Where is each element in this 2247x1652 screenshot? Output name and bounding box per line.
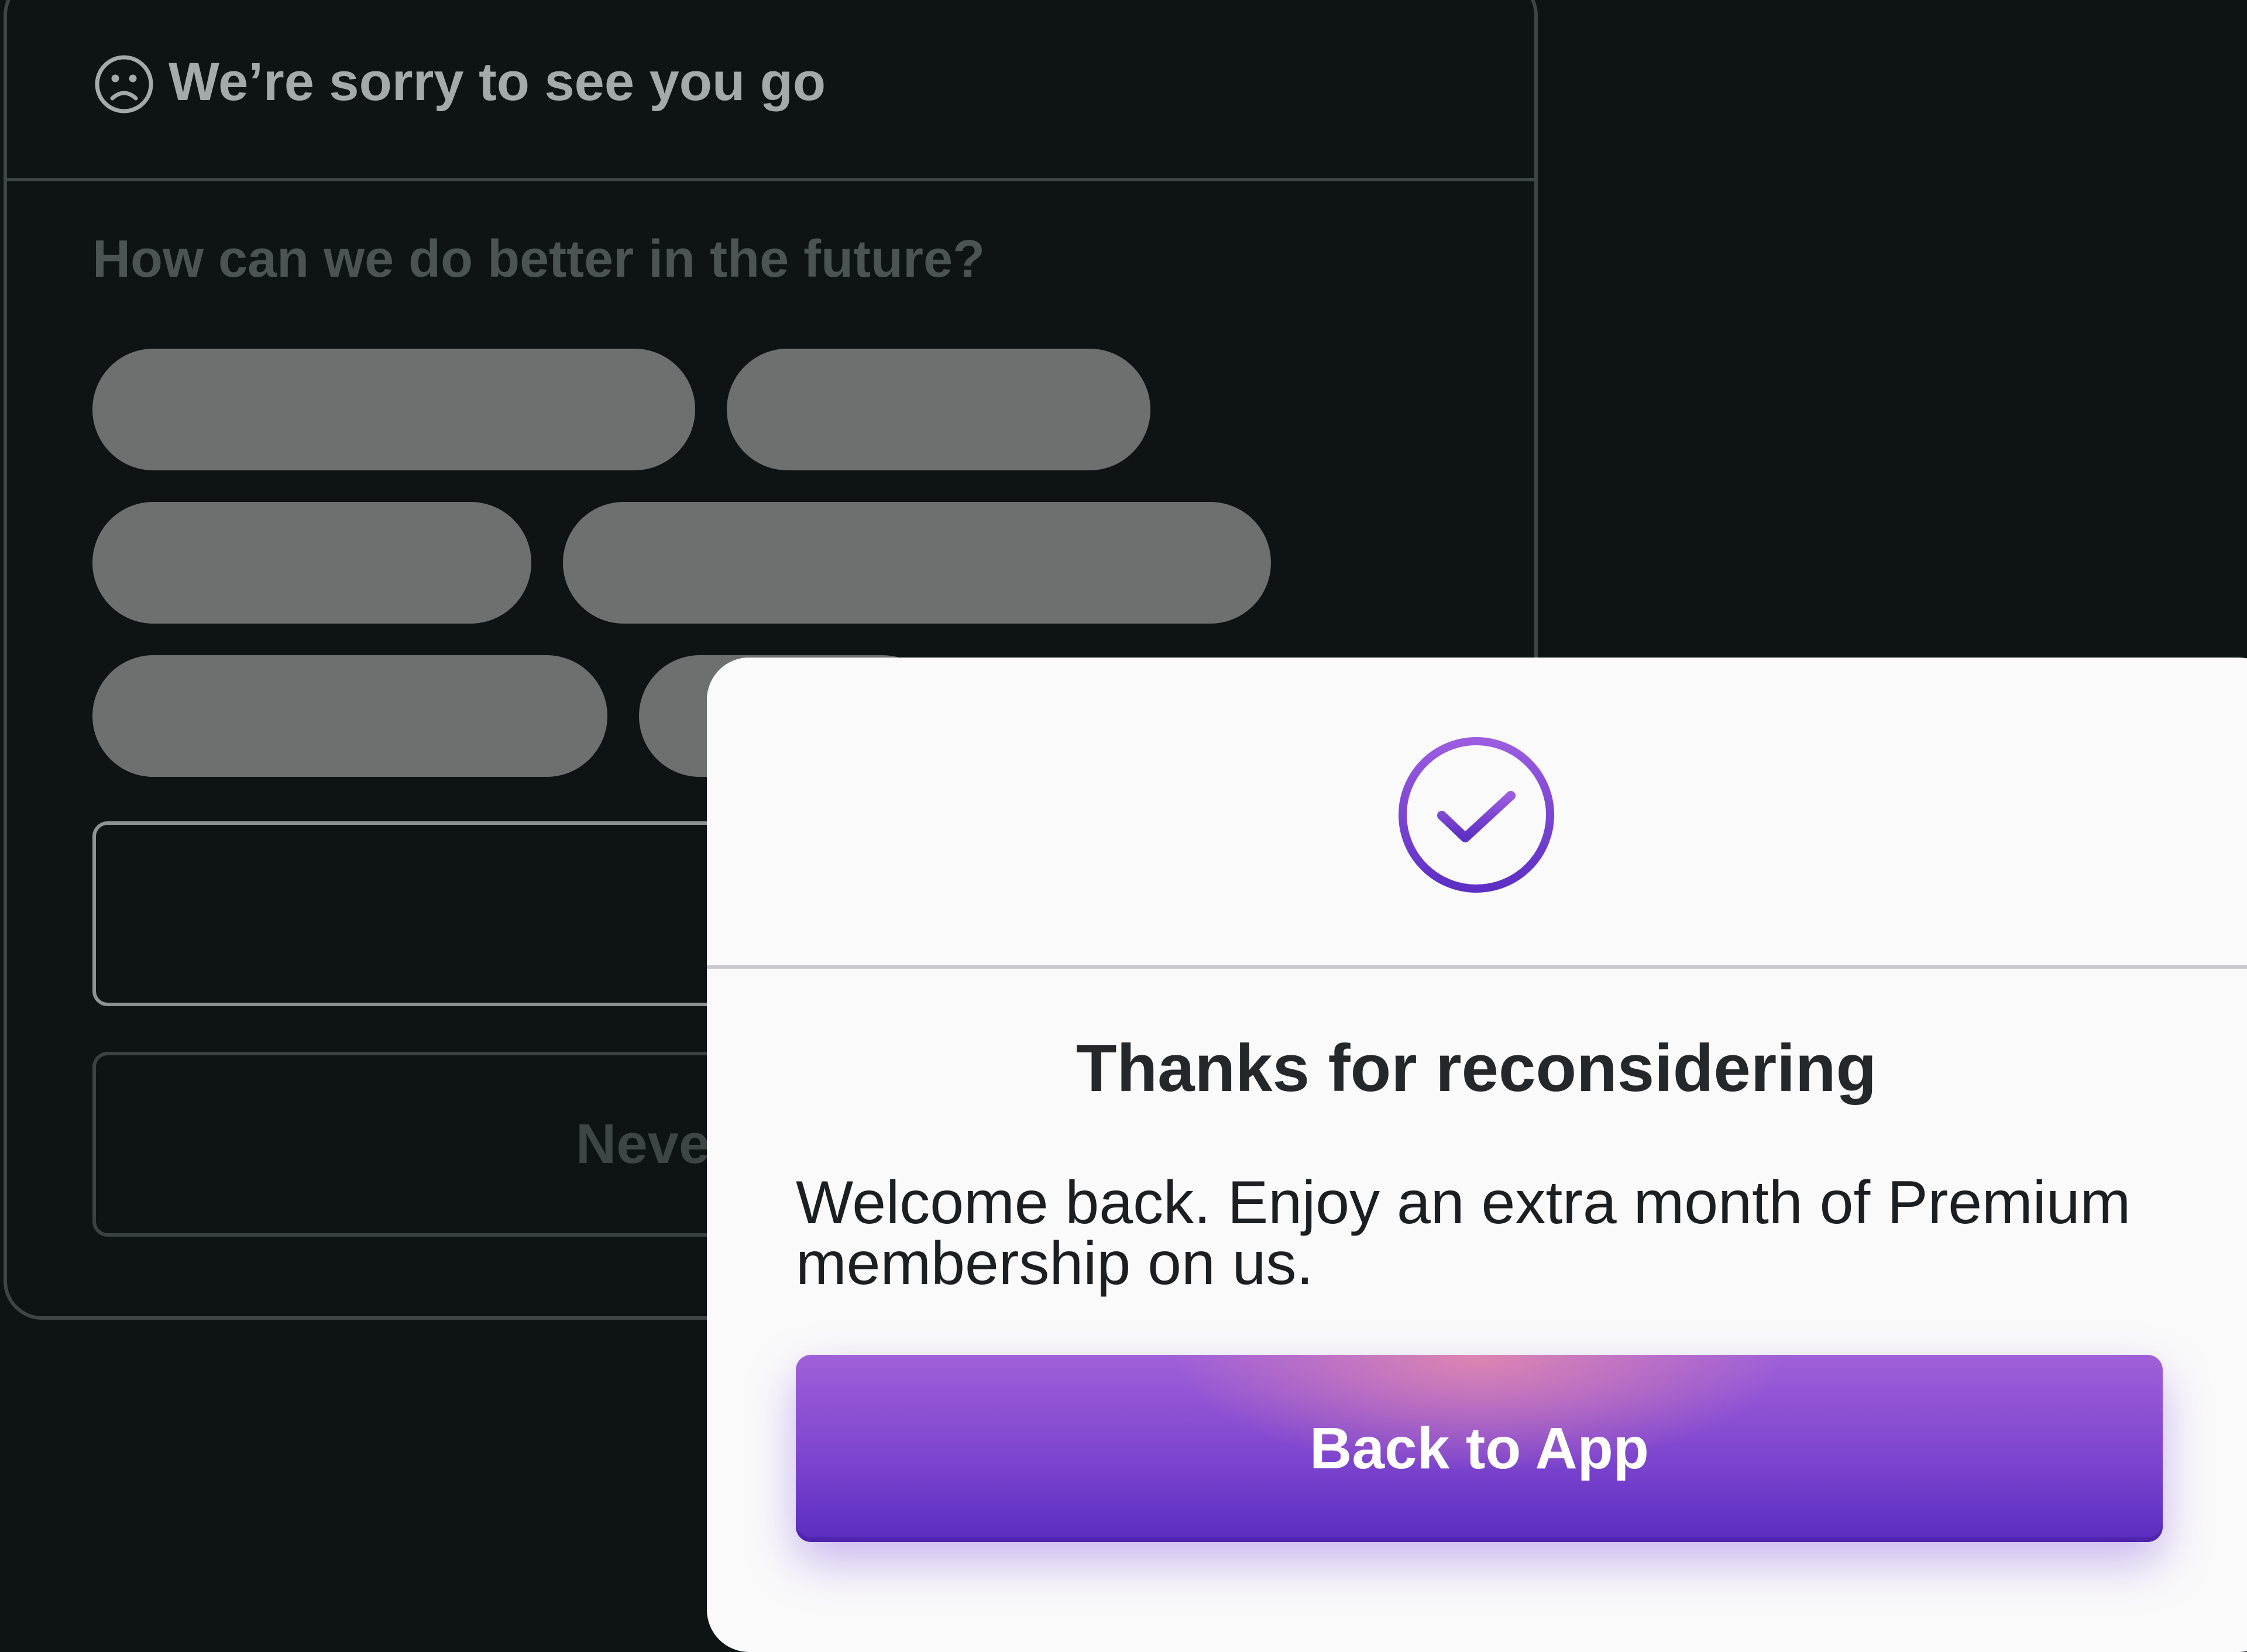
feedback-question: How can we do better in the future? — [92, 230, 985, 288]
feedback-option-pill[interactable] — [92, 655, 607, 777]
success-title: Thanks for reconsidering — [1076, 1031, 1877, 1106]
feedback-option-pill[interactable] — [727, 349, 1150, 470]
feedback-option-pill[interactable] — [92, 502, 531, 624]
feedback-option-pill[interactable] — [92, 349, 695, 470]
cancel-dialog-header: We’re sorry to see you go — [7, 0, 1534, 181]
cancel-dialog-title: We’re sorry to see you go — [169, 52, 826, 112]
feedback-option-pill[interactable] — [563, 502, 1271, 624]
success-modal-header — [707, 658, 2247, 969]
success-modal: Thanks for reconsidering Welcome back. E… — [707, 658, 2247, 1652]
back-to-app-button[interactable]: Back to App — [796, 1355, 2163, 1542]
sad-face-icon — [95, 55, 153, 113]
check-circle-icon — [1399, 737, 1554, 893]
success-message: Welcome back. Enjoy an extra month of Pr… — [796, 1169, 2131, 1297]
